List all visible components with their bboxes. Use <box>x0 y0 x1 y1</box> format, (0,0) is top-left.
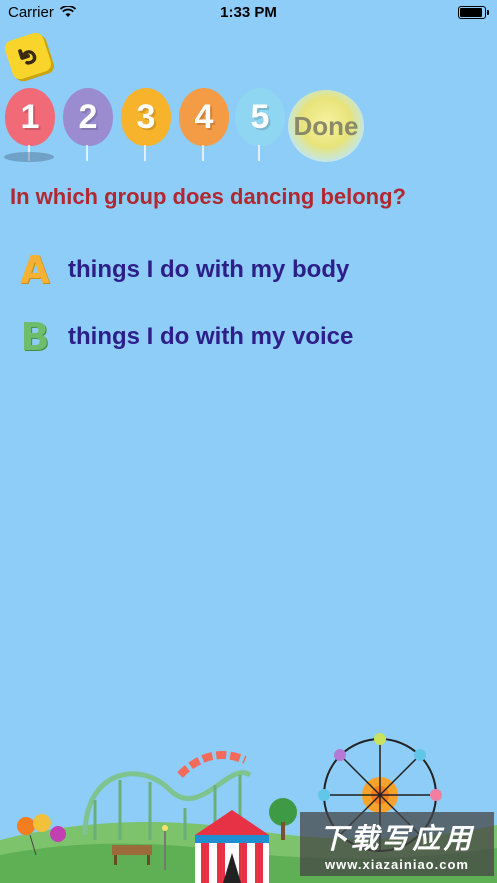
done-button[interactable]: Done <box>288 90 364 162</box>
balloon-question-3[interactable]: 3 <box>121 88 171 161</box>
status-bar: Carrier 1:33 PM <box>0 0 497 24</box>
answer-label-b: things I do with my voice <box>68 323 354 350</box>
answer-option-b[interactable]: B things I do with my voice <box>16 315 354 359</box>
balloon-question-1[interactable]: 1 <box>5 88 55 161</box>
balloon-question-4[interactable]: 4 <box>179 88 229 161</box>
current-question-shadow <box>4 152 54 162</box>
balloon-question-2[interactable]: 2 <box>63 88 113 161</box>
watermark-url: www.xiazainiao.com <box>325 856 469 872</box>
progress-balloons: 1 2 3 4 5 <box>0 88 497 178</box>
circus-tent <box>195 810 269 883</box>
watermark-overlay: 下载写应用 www.xiazainiao.com <box>300 812 494 876</box>
status-time: 1:33 PM <box>220 3 277 21</box>
watermark-title: 下载写应用 <box>319 822 475 854</box>
letter-a-icon: A <box>20 248 50 292</box>
answer-label-a: things I do with my body <box>68 256 350 283</box>
back-button[interactable] <box>2 30 54 82</box>
bench <box>112 845 152 855</box>
back-arrow-icon <box>18 49 37 65</box>
answer-option-a[interactable]: A things I do with my body <box>16 248 349 292</box>
question-text: In which group does dancing belong? <box>10 184 406 209</box>
battery-icon <box>458 5 486 19</box>
balloon-question-5[interactable]: 5 <box>235 88 285 161</box>
letter-b-icon: B <box>20 315 50 359</box>
